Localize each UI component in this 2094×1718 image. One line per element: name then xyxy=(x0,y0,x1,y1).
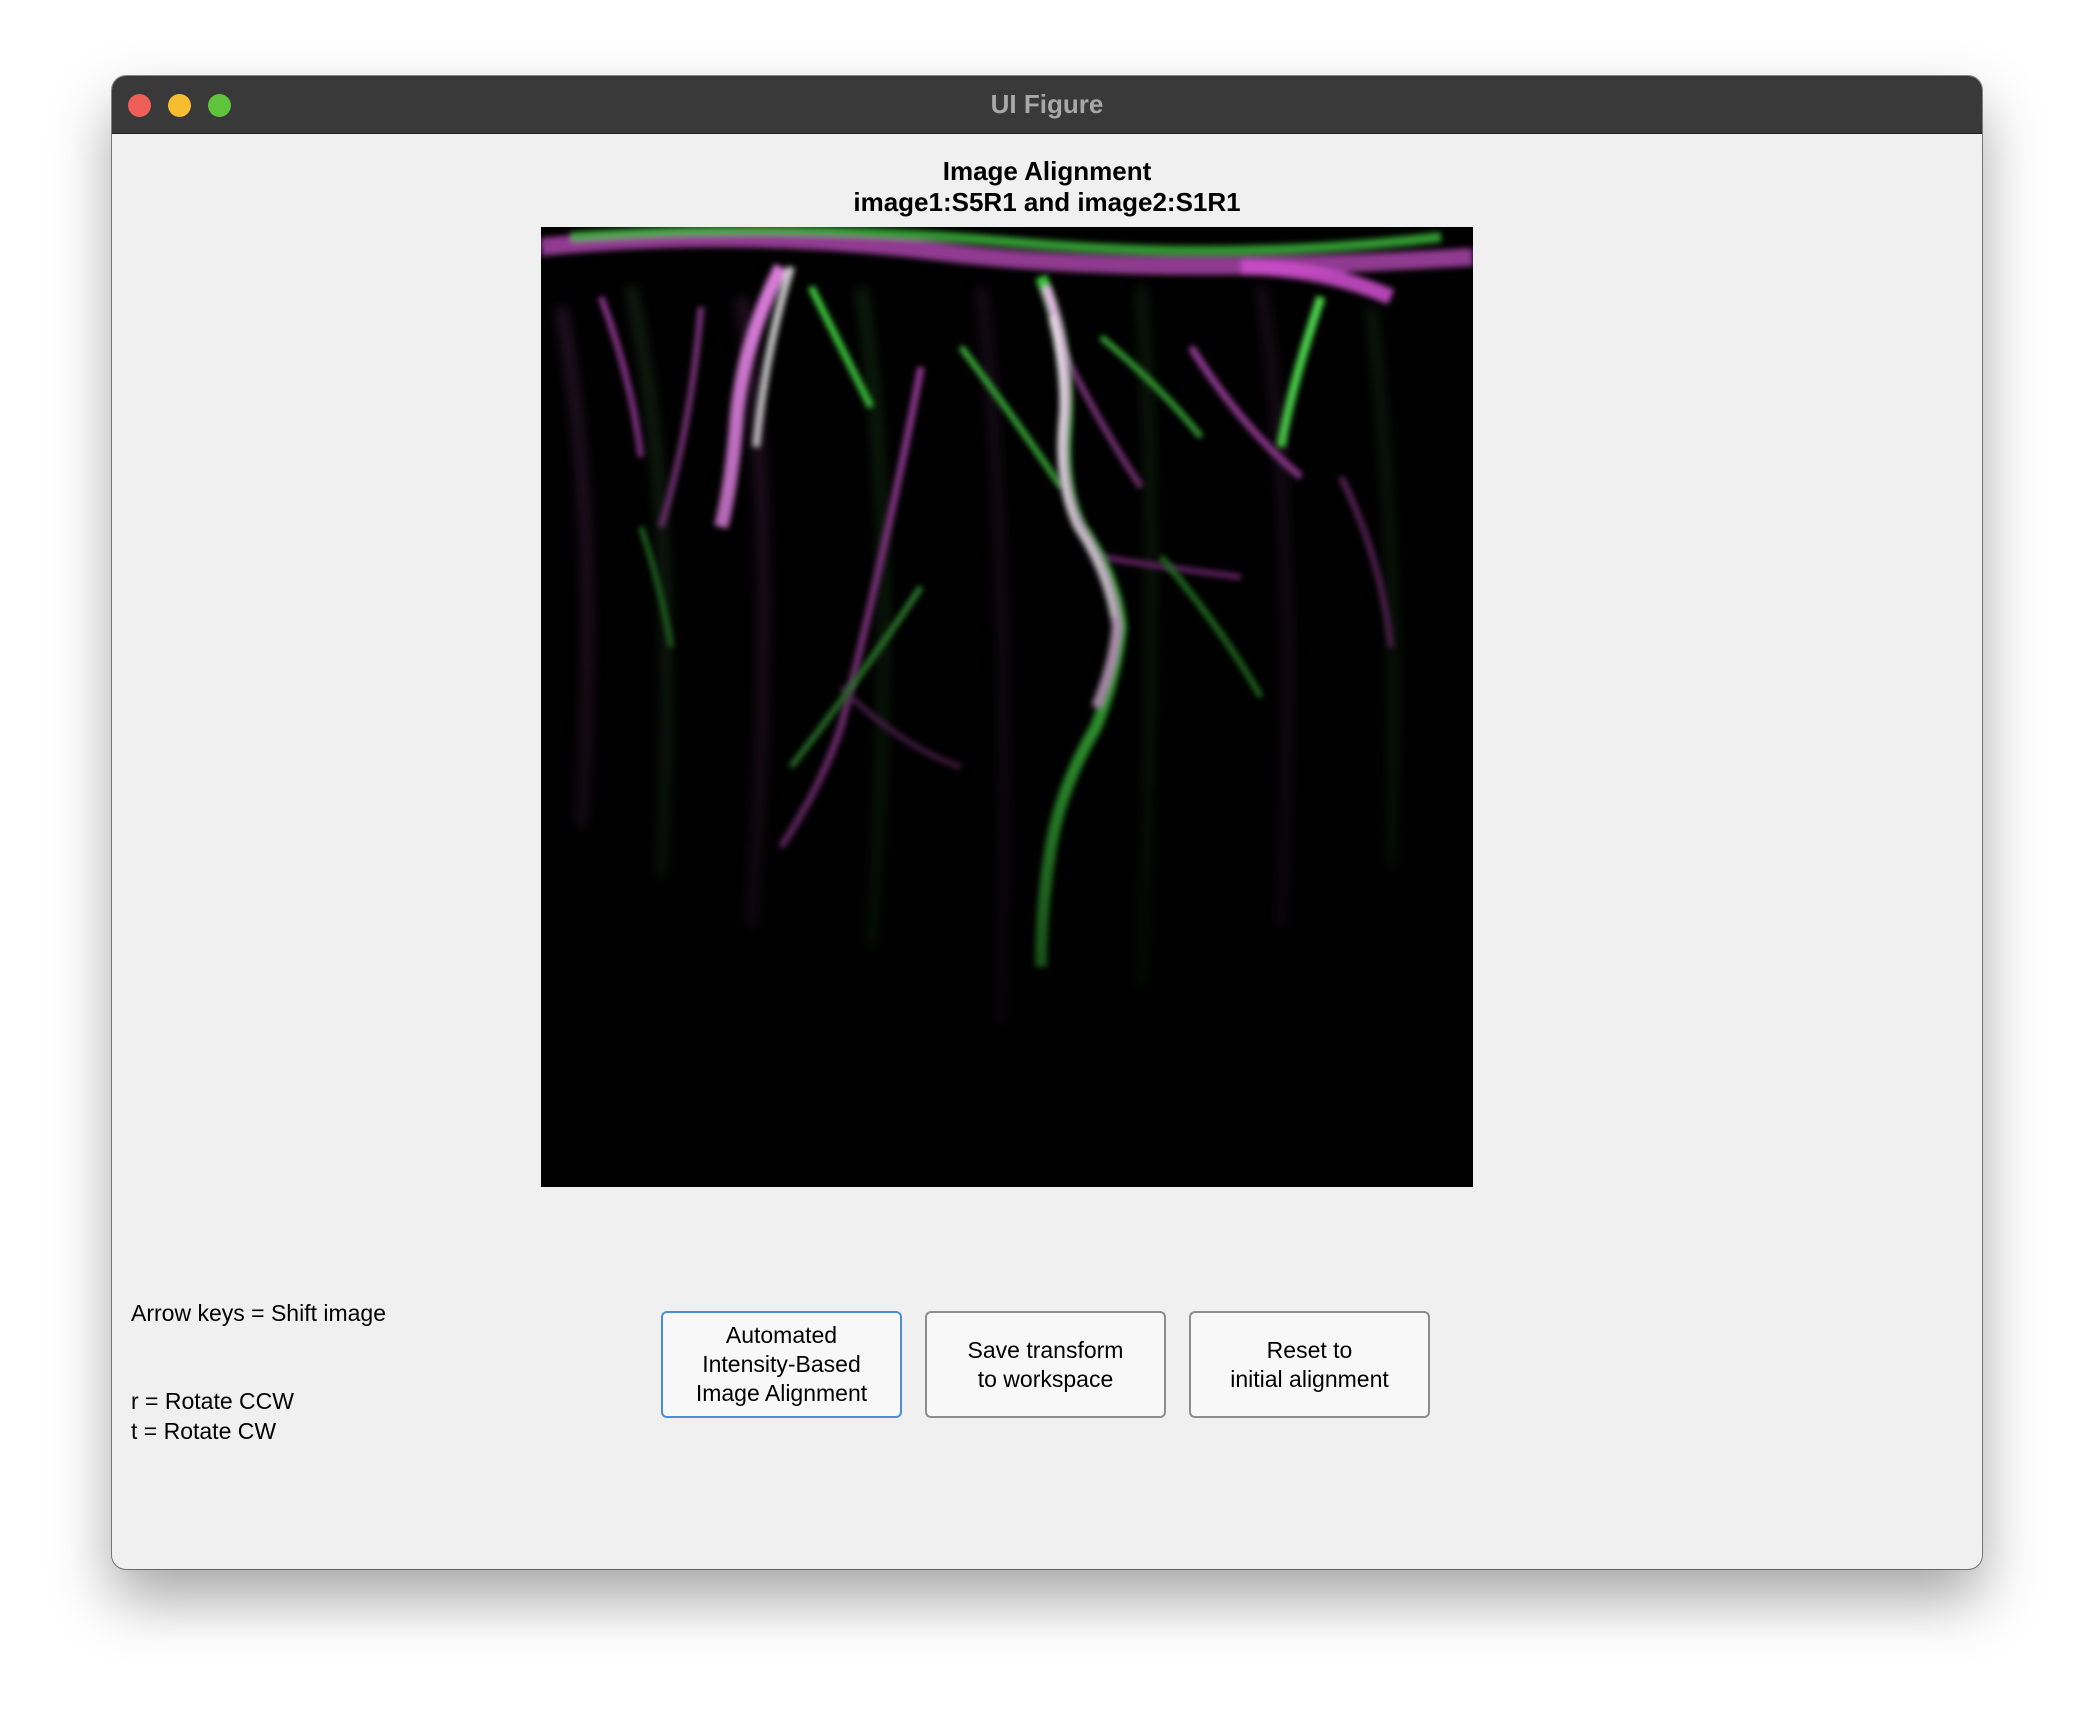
reset-alignment-button[interactable]: Reset to initial alignment xyxy=(1189,1311,1430,1418)
ui-figure-window: UI Figure Image Alignment image1:S5R1 an… xyxy=(112,76,1982,1569)
help-shift-text: Arrow keys = Shift image xyxy=(131,1300,387,1326)
reset-alignment-label: Reset to initial alignment xyxy=(1230,1336,1389,1392)
window-title: UI Figure xyxy=(990,89,1104,119)
automated-alignment-label: Automated Intensity-Based Image Alignmen… xyxy=(695,1322,868,1406)
plot-title-line2: image1:S5R1 and image2:S1R1 xyxy=(853,187,1241,217)
figure-content: Image Alignment image1:S5R1 and image2:S… xyxy=(112,134,1982,1569)
alignment-image-axes[interactable] xyxy=(541,227,1473,1187)
automated-alignment-button[interactable]: Automated Intensity-Based Image Alignmen… xyxy=(661,1311,902,1418)
plot-title-line1: Image Alignment xyxy=(942,156,1152,186)
save-transform-button[interactable]: Save transform to workspace xyxy=(925,1311,1166,1418)
plot-title: Image Alignment image1:S5R1 and image2:S… xyxy=(112,156,1982,218)
title-bar: UI Figure xyxy=(112,76,1982,134)
save-transform-label: Save transform to workspace xyxy=(967,1336,1124,1392)
help-rotate-cw-text: t = Rotate CW xyxy=(131,1418,277,1444)
overlay-image xyxy=(541,227,1473,1187)
help-rotate-ccw-text: r = Rotate CCW xyxy=(131,1388,294,1414)
